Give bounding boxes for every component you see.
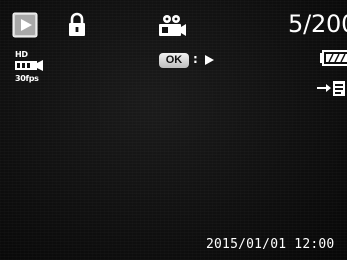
ok-separator: : [193, 52, 198, 66]
battery-icon [320, 50, 347, 66]
camera-playback-screen: 5/200 HD 30fps OK : 2015/01/01 12:00 [0, 0, 347, 260]
lock-icon [69, 12, 85, 36]
frame-rate-label: 30fps [15, 74, 39, 83]
hd-badge: HD [15, 50, 28, 59]
play-icon [205, 55, 214, 65]
transfer-icon [317, 81, 345, 96]
file-counter: 5/200 [288, 10, 347, 38]
playback-mode-icon[interactable] [12, 12, 38, 38]
datetime-stamp: 2015/01/01 12:00 [206, 237, 335, 252]
ok-button[interactable]: OK [159, 53, 189, 68]
image-background [0, 0, 347, 260]
movie-icon [159, 15, 186, 36]
